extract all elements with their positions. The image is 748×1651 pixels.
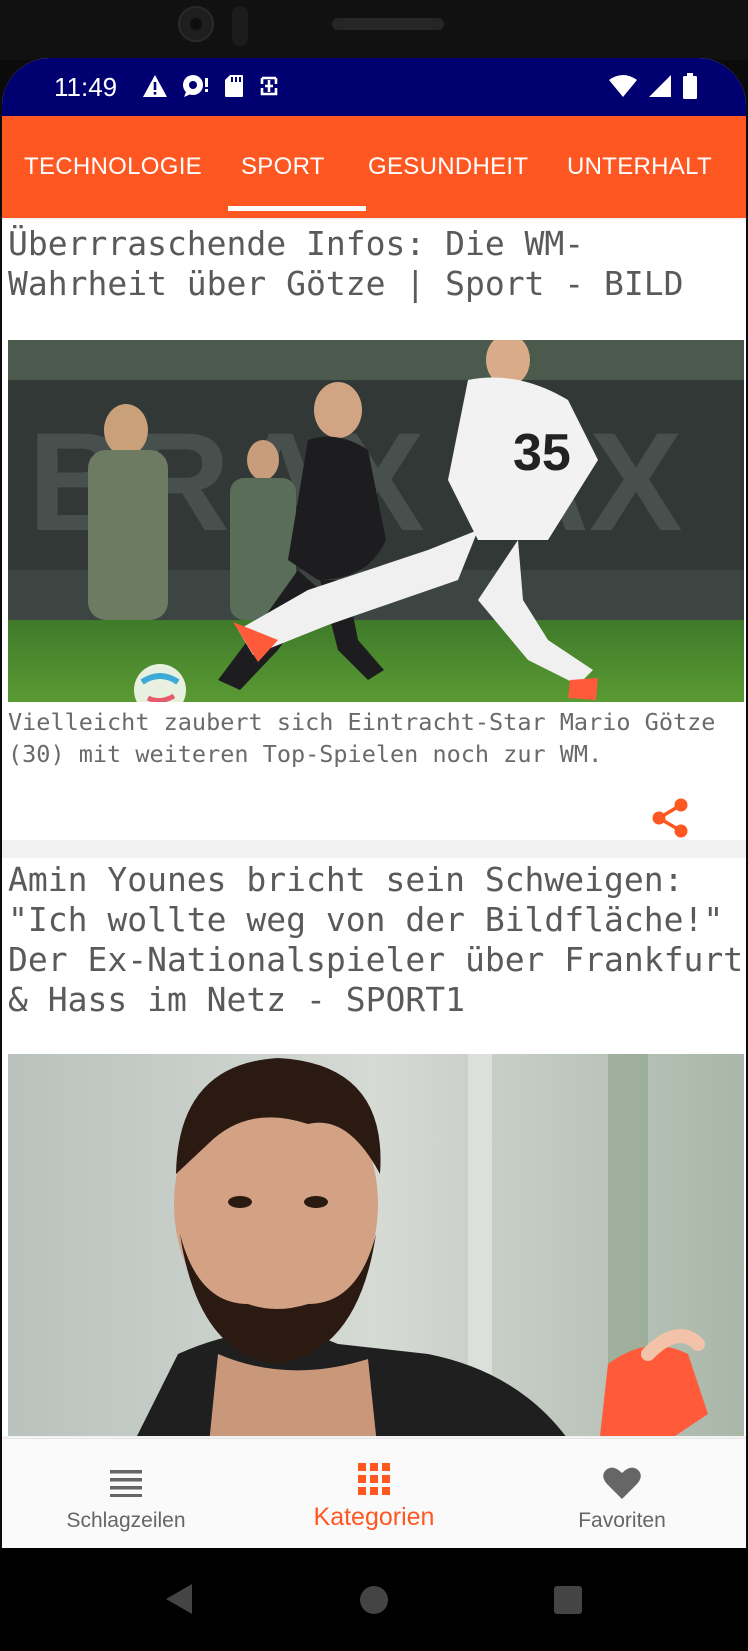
nav-kategorien[interactable]: Kategorien (250, 1439, 498, 1548)
cell-signal-icon (649, 75, 671, 97)
article-card[interactable]: Überrraschende Infos: Die WM-Wahrheit üb… (2, 220, 746, 840)
notification-icons (142, 70, 280, 102)
phone-frame: 11:49 TECHNOLOGIE SPORT GESUNDHEIT UNTER… (0, 0, 748, 1651)
list-icon (110, 1465, 142, 1501)
recents-icon[interactable] (554, 1586, 582, 1614)
data-saver-icon (260, 76, 278, 96)
earpiece-speaker (332, 18, 444, 30)
status-time: 11:49 (54, 72, 118, 102)
location-bubble-icon (183, 75, 208, 97)
front-camera (178, 6, 214, 42)
news-feed[interactable]: Überrraschende Infos: Die WM-Wahrheit üb… (2, 218, 746, 1436)
article-image[interactable]: BRAX AX 35 (8, 340, 744, 702)
nav-schlagzeilen[interactable]: Schlagzeilen (2, 1439, 250, 1548)
battery-icon (683, 73, 697, 99)
back-icon[interactable] (166, 1584, 192, 1614)
nav-label: Schlagzeilen (66, 1509, 186, 1532)
grid-icon (358, 1461, 390, 1497)
home-icon[interactable] (360, 1586, 388, 1614)
warning-icon (143, 75, 167, 97)
football-photo: BRAX AX 35 (8, 340, 744, 702)
active-tab-indicator (228, 206, 366, 211)
svg-text:35: 35 (513, 424, 571, 482)
status-bar: 11:49 (2, 58, 746, 116)
phone-bezel (0, 0, 748, 60)
sd-card-icon (225, 75, 243, 97)
nav-label: Favoriten (578, 1509, 666, 1532)
system-status-icons (608, 70, 698, 102)
player-portrait-photo (8, 1054, 744, 1436)
app-screen: 11:49 TECHNOLOGIE SPORT GESUNDHEIT UNTER… (2, 58, 746, 1548)
nav-favoriten[interactable]: Favoriten (498, 1439, 746, 1548)
tab-unterhaltung[interactable]: UNTERHALT (567, 116, 712, 218)
article-image[interactable] (8, 1054, 744, 1436)
wifi-icon (609, 75, 637, 97)
nav-label: Kategorien (313, 1503, 435, 1531)
article-description: Vielleicht zaubert sich Eintracht-Star M… (8, 708, 716, 768)
heart-icon (603, 1465, 641, 1501)
category-tabs: TECHNOLOGIE SPORT GESUNDHEIT UNTERHALT (2, 116, 746, 218)
share-icon (652, 798, 688, 838)
tab-technologie[interactable]: TECHNOLOGIE (24, 116, 202, 218)
tab-gesundheit[interactable]: GESUNDHEIT (368, 116, 528, 218)
article-card[interactable]: Amin Younes bricht sein Schweigen: "Ich … (2, 858, 746, 1436)
system-navigation-bar (0, 1548, 748, 1651)
bottom-navigation: Schlagzeilen Kategorien Favoriten (2, 1438, 746, 1548)
tab-sport[interactable]: SPORT (241, 116, 325, 218)
share-button[interactable] (648, 796, 692, 840)
article-title[interactable]: Überrraschende Infos: Die WM-Wahrheit üb… (8, 224, 728, 304)
article-title[interactable]: Amin Younes bricht sein Schweigen: "Ich … (8, 860, 744, 1020)
proximity-sensor (232, 6, 248, 46)
